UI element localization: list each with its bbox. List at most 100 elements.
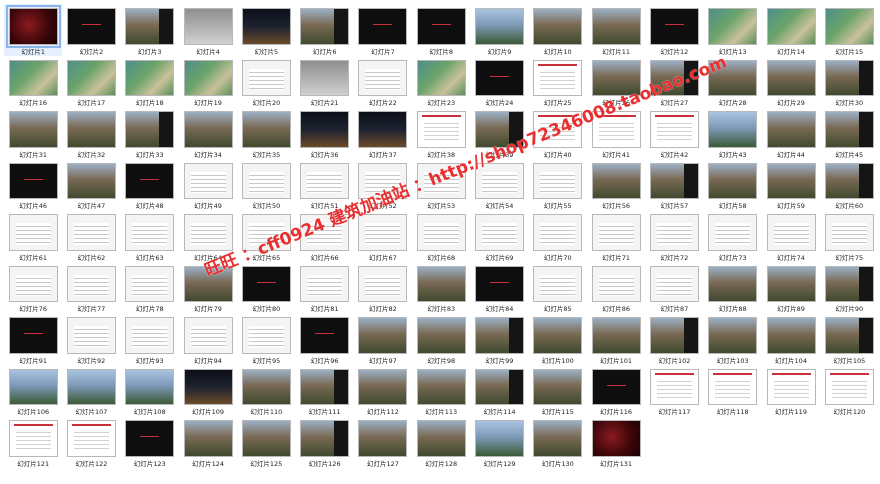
slide-thumbnail-126[interactable]: 幻灯片126 xyxy=(295,416,353,468)
slide-preview[interactable] xyxy=(533,111,583,148)
slide-thumbnail-47[interactable]: 幻灯片47 xyxy=(62,159,120,210)
slide-preview[interactable] xyxy=(708,214,758,251)
slide-preview[interactable] xyxy=(708,8,758,45)
slide-preview[interactable] xyxy=(300,162,350,199)
slide-preview[interactable] xyxy=(708,111,758,148)
slide-thumbnail-116[interactable]: 幻灯片116 xyxy=(587,365,645,416)
slide-preview[interactable] xyxy=(416,162,466,199)
slide-thumbnail-125[interactable]: 幻灯片125 xyxy=(237,416,295,468)
slide-preview[interactable] xyxy=(533,317,583,354)
slide-preview[interactable] xyxy=(66,368,116,405)
slide-preview[interactable] xyxy=(649,214,699,251)
slide-thumbnail-27[interactable]: 幻灯片27 xyxy=(645,56,703,107)
slide-preview[interactable] xyxy=(183,368,233,405)
slide-thumbnail-107[interactable]: 幻灯片107 xyxy=(62,365,120,416)
slide-thumbnail-55[interactable]: 幻灯片55 xyxy=(529,159,587,210)
slide-preview[interactable] xyxy=(649,59,699,96)
slide-thumbnail-31[interactable]: 幻灯片31 xyxy=(4,107,62,159)
slide-preview[interactable] xyxy=(241,317,291,354)
slide-preview[interactable] xyxy=(591,111,641,148)
slide-thumbnail-29[interactable]: 幻灯片29 xyxy=(762,56,820,107)
slide-thumbnail-88[interactable]: 幻灯片88 xyxy=(704,262,762,313)
slide-preview[interactable] xyxy=(358,420,408,457)
slide-preview[interactable] xyxy=(591,214,641,251)
slide-preview[interactable] xyxy=(475,59,525,96)
slide-preview[interactable] xyxy=(708,162,758,199)
slide-thumbnail-124[interactable]: 幻灯片124 xyxy=(179,416,237,468)
slide-preview[interactable] xyxy=(533,420,583,457)
slide-preview[interactable] xyxy=(241,214,291,251)
slide-thumbnail-68[interactable]: 幻灯片68 xyxy=(412,210,470,262)
slide-thumbnail-71[interactable]: 幻灯片71 xyxy=(587,210,645,262)
slide-thumbnail-3[interactable]: 幻灯片3 xyxy=(121,4,179,56)
slide-preview[interactable] xyxy=(358,214,408,251)
slide-preview[interactable] xyxy=(649,8,699,45)
slide-thumbnail-30[interactable]: 幻灯片30 xyxy=(820,56,878,107)
slide-preview[interactable] xyxy=(591,162,641,199)
slide-thumbnail-13[interactable]: 幻灯片13 xyxy=(704,4,762,56)
slide-preview[interactable] xyxy=(8,59,58,96)
slide-thumbnail-60[interactable]: 幻灯片60 xyxy=(820,159,878,210)
slide-thumbnail-122[interactable]: 幻灯片122 xyxy=(62,416,120,468)
slide-preview[interactable] xyxy=(766,265,816,302)
slide-preview[interactable] xyxy=(475,8,525,45)
slide-preview[interactable] xyxy=(183,111,233,148)
slide-preview[interactable] xyxy=(475,368,525,405)
slide-thumbnail-28[interactable]: 幻灯片28 xyxy=(704,56,762,107)
slide-thumbnail-21[interactable]: 幻灯片21 xyxy=(295,56,353,107)
slide-thumbnail-83[interactable]: 幻灯片83 xyxy=(412,262,470,313)
slide-thumbnail-130[interactable]: 幻灯片130 xyxy=(529,416,587,468)
slide-thumbnail-57[interactable]: 幻灯片57 xyxy=(645,159,703,210)
slide-thumbnail-131[interactable]: 幻灯片131 xyxy=(587,416,645,468)
slide-thumbnail-90[interactable]: 幻灯片90 xyxy=(820,262,878,313)
slide-thumbnail-91[interactable]: 幻灯片91 xyxy=(4,313,62,365)
slide-thumbnail-64[interactable]: 幻灯片64 xyxy=(179,210,237,262)
slide-thumbnail-70[interactable]: 幻灯片70 xyxy=(529,210,587,262)
slide-thumbnail-121[interactable]: 幻灯片121 xyxy=(4,416,62,468)
slide-preview[interactable] xyxy=(475,111,525,148)
slide-preview[interactable] xyxy=(475,317,525,354)
slide-thumbnail-75[interactable]: 幻灯片75 xyxy=(820,210,878,262)
slide-thumbnail-73[interactable]: 幻灯片73 xyxy=(704,210,762,262)
slide-preview[interactable] xyxy=(649,111,699,148)
slide-preview[interactable] xyxy=(300,8,350,45)
slide-preview[interactable] xyxy=(766,162,816,199)
slide-preview[interactable] xyxy=(5,5,61,48)
slide-preview[interactable] xyxy=(66,111,116,148)
slide-thumbnail-67[interactable]: 幻灯片67 xyxy=(354,210,412,262)
slide-preview[interactable] xyxy=(649,317,699,354)
slide-preview[interactable] xyxy=(66,317,116,354)
slide-thumbnail-20[interactable]: 幻灯片20 xyxy=(237,56,295,107)
slide-preview[interactable] xyxy=(475,265,525,302)
slide-preview[interactable] xyxy=(183,214,233,251)
slide-preview[interactable] xyxy=(8,214,58,251)
slide-preview[interactable] xyxy=(241,265,291,302)
slide-thumbnail-95[interactable]: 幻灯片95 xyxy=(237,313,295,365)
slide-thumbnail-76[interactable]: 幻灯片76 xyxy=(4,262,62,313)
slide-preview[interactable] xyxy=(125,8,175,45)
slide-preview[interactable] xyxy=(708,317,758,354)
slide-preview[interactable] xyxy=(824,214,874,251)
slide-preview[interactable] xyxy=(766,59,816,96)
slide-thumbnail-119[interactable]: 幻灯片119 xyxy=(762,365,820,416)
slide-preview[interactable] xyxy=(241,111,291,148)
slide-preview[interactable] xyxy=(591,265,641,302)
slide-preview[interactable] xyxy=(416,8,466,45)
slide-preview[interactable] xyxy=(824,162,874,199)
slide-preview[interactable] xyxy=(533,8,583,45)
slide-thumbnail-78[interactable]: 幻灯片78 xyxy=(121,262,179,313)
slide-preview[interactable] xyxy=(708,368,758,405)
slide-preview[interactable] xyxy=(533,265,583,302)
slide-preview[interactable] xyxy=(241,162,291,199)
slide-thumbnail-15[interactable]: 幻灯片15 xyxy=(820,4,878,56)
slide-thumbnail-22[interactable]: 幻灯片22 xyxy=(354,56,412,107)
slide-preview[interactable] xyxy=(416,214,466,251)
slide-preview[interactable] xyxy=(591,420,641,457)
slide-thumbnail-120[interactable]: 幻灯片120 xyxy=(820,365,878,416)
slide-preview[interactable] xyxy=(66,420,116,457)
slide-preview[interactable] xyxy=(183,8,233,45)
slide-preview[interactable] xyxy=(591,59,641,96)
slide-thumbnail-114[interactable]: 幻灯片114 xyxy=(470,365,528,416)
slide-thumbnail-35[interactable]: 幻灯片35 xyxy=(237,107,295,159)
slide-thumbnail-16[interactable]: 幻灯片16 xyxy=(4,56,62,107)
